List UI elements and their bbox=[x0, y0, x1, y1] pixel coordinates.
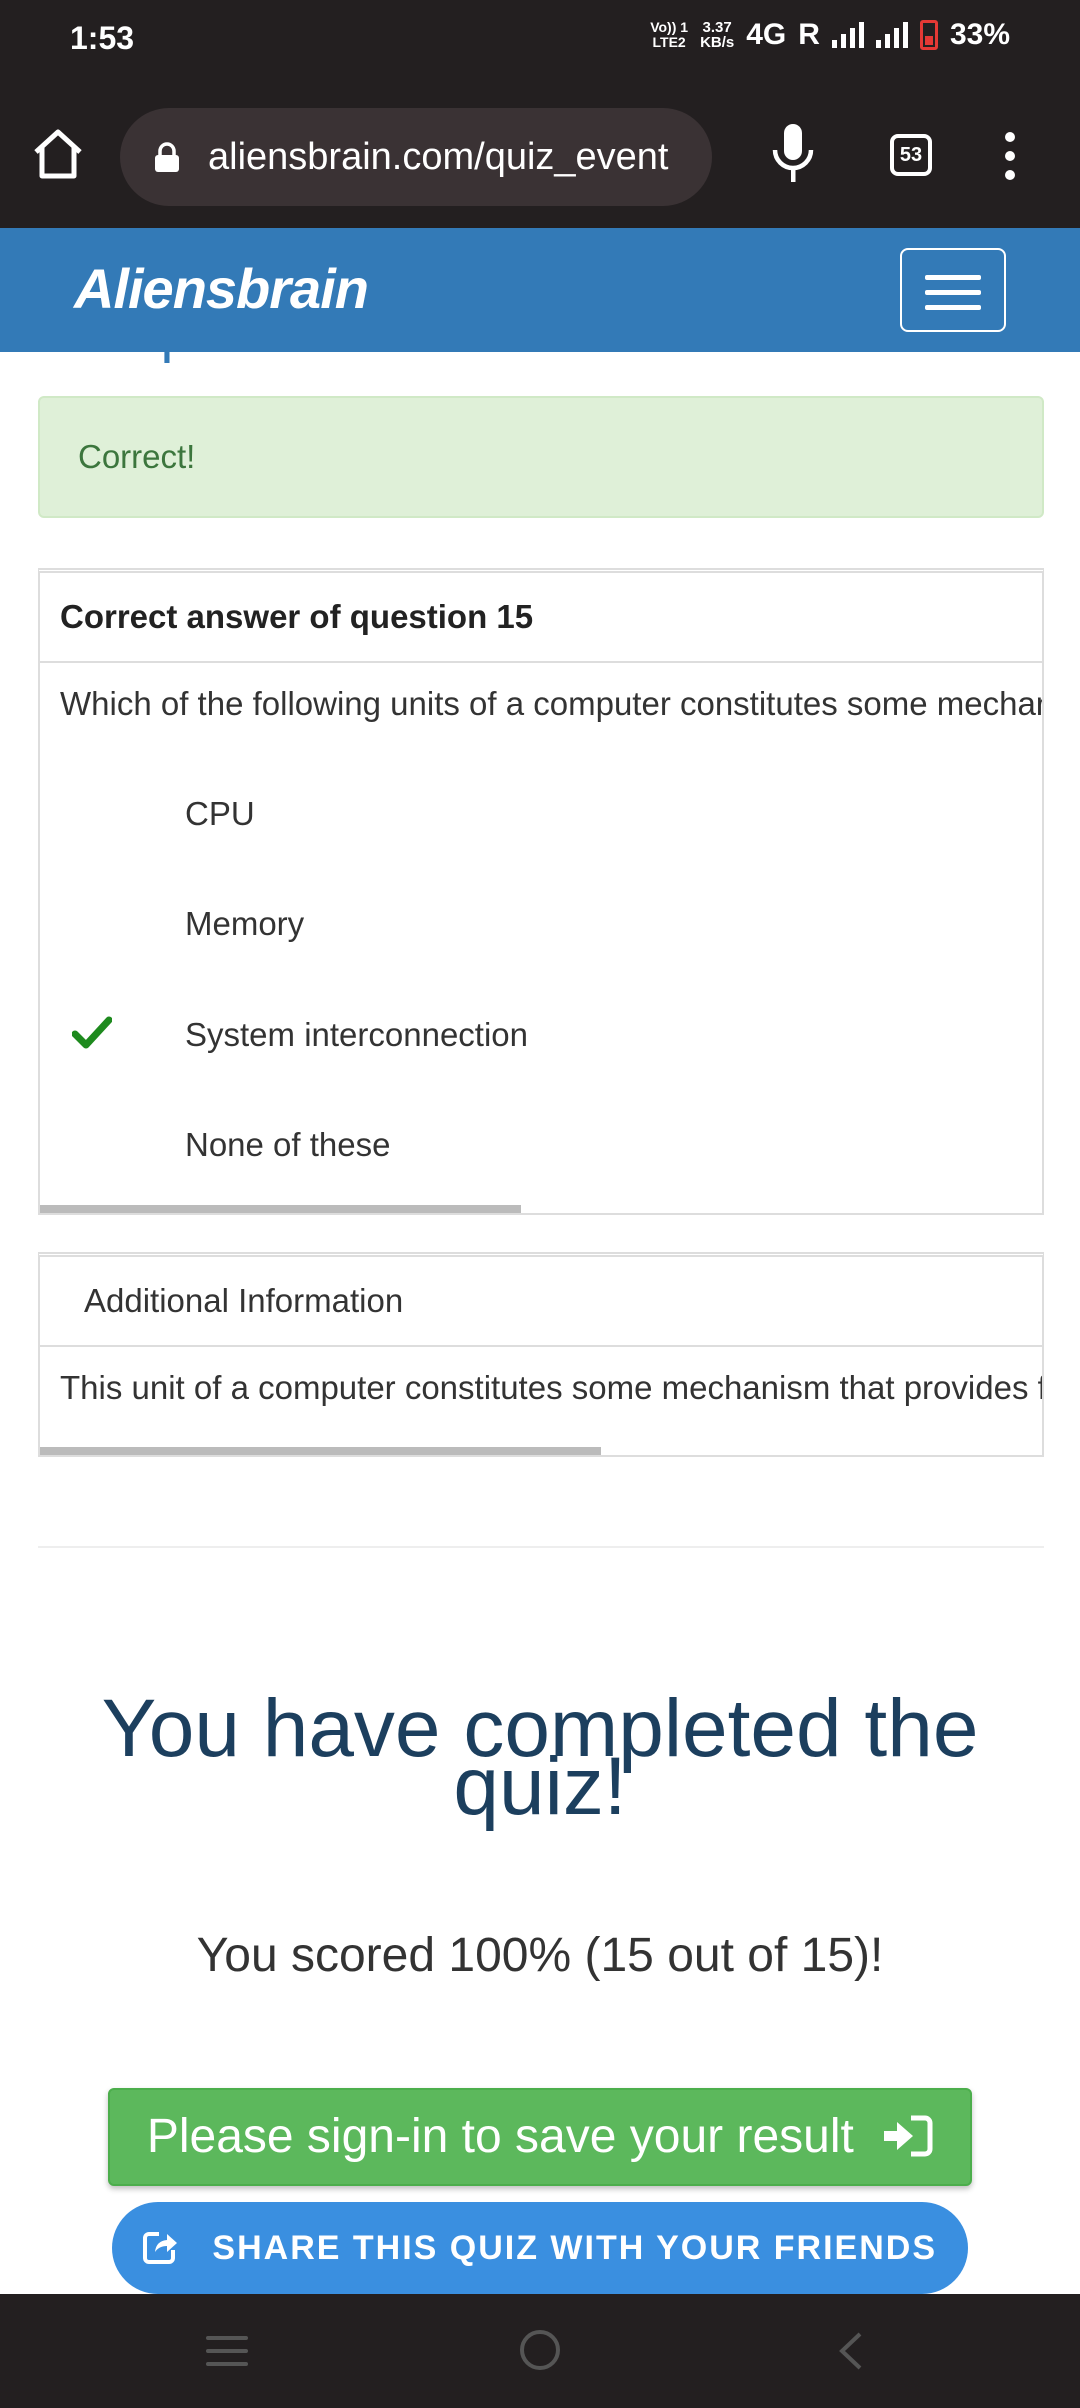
horizontal-scrollbar[interactable] bbox=[40, 1447, 602, 1455]
roaming-indicator: R bbox=[798, 18, 820, 51]
site-header: Aliensbrain bbox=[0, 228, 1080, 352]
option-memory: Memory bbox=[185, 905, 305, 942]
success-alert: Correct! bbox=[38, 396, 1044, 518]
option-none: None of these bbox=[185, 1126, 391, 1163]
tab-switcher-button[interactable]: 53 bbox=[890, 134, 932, 176]
battery-percent: 33% bbox=[949, 18, 1010, 51]
home-nav-icon[interactable] bbox=[520, 2330, 560, 2370]
sign-in-icon bbox=[884, 2115, 933, 2157]
additional-info-text: This unit of a computer constitutes some… bbox=[60, 1369, 1042, 1406]
network-speed: 3.37 KB/s bbox=[700, 19, 735, 51]
signin-button-label: Please sign-in to save your result bbox=[146, 2110, 854, 2163]
completion-heading: You have completed the quiz! bbox=[101, 1683, 979, 1832]
checkmark-icon bbox=[72, 1016, 112, 1049]
nav-toggle-button[interactable] bbox=[900, 248, 1006, 332]
recents-icon[interactable] bbox=[206, 2336, 248, 2375]
share-icon bbox=[142, 2232, 177, 2264]
option-cpu: CPU bbox=[185, 795, 255, 832]
signal-icon bbox=[831, 22, 864, 48]
share-quiz-button[interactable]: SHARE THIS QUIZ WITH YOUR FRIENDS bbox=[112, 2202, 968, 2294]
back-icon[interactable] bbox=[832, 2330, 872, 2372]
answer-panel: Correct answer of question 15 Which of t… bbox=[38, 568, 1044, 1215]
question-text: Which of the following units of a comput… bbox=[60, 685, 1042, 722]
additional-info-heading: Additional Information bbox=[40, 1257, 1042, 1347]
lock-icon bbox=[155, 142, 179, 172]
status-indicators: Vo)) 1 LTE2 3.37 KB/s 4G R 33% bbox=[650, 18, 1010, 52]
battery-icon bbox=[919, 20, 938, 50]
additional-info-panel: Additional Information This unit of a co… bbox=[38, 1252, 1044, 1457]
signal-icon-2 bbox=[875, 22, 908, 48]
address-bar[interactable]: aliensbrain.com/quiz_event bbox=[120, 108, 712, 206]
network-type: 4G bbox=[746, 18, 787, 51]
site-logo[interactable]: Aliensbrain bbox=[74, 256, 369, 321]
answer-panel-heading: Correct answer of question 15 bbox=[40, 573, 1042, 663]
option-system-interconnection: System interconnection bbox=[185, 1016, 529, 1053]
share-button-label: SHARE THIS QUIZ WITH YOUR FRIENDS bbox=[212, 2229, 938, 2267]
home-icon[interactable] bbox=[30, 126, 86, 182]
status-time: 1:53 bbox=[70, 20, 135, 56]
more-menu-icon[interactable] bbox=[1000, 132, 1020, 180]
horizontal-scrollbar[interactable] bbox=[40, 1205, 521, 1213]
browser-toolbar: aliensbrain.com/quiz_event 53 bbox=[0, 80, 1080, 228]
microphone-icon[interactable] bbox=[770, 122, 816, 186]
status-bar: 1:53 Vo)) 1 LTE2 3.37 KB/s 4G R 33% bbox=[0, 0, 1080, 80]
system-nav-bar bbox=[0, 2294, 1080, 2408]
signin-save-button[interactable]: Please sign-in to save your result bbox=[108, 2088, 972, 2186]
volte-indicator: Vo)) 1 LTE2 bbox=[650, 19, 689, 50]
divider bbox=[38, 1546, 1044, 1548]
url-text: aliensbrain.com/quiz_event bbox=[208, 136, 669, 178]
score-text: You scored 100% (15 out of 15)! bbox=[196, 1929, 884, 1982]
